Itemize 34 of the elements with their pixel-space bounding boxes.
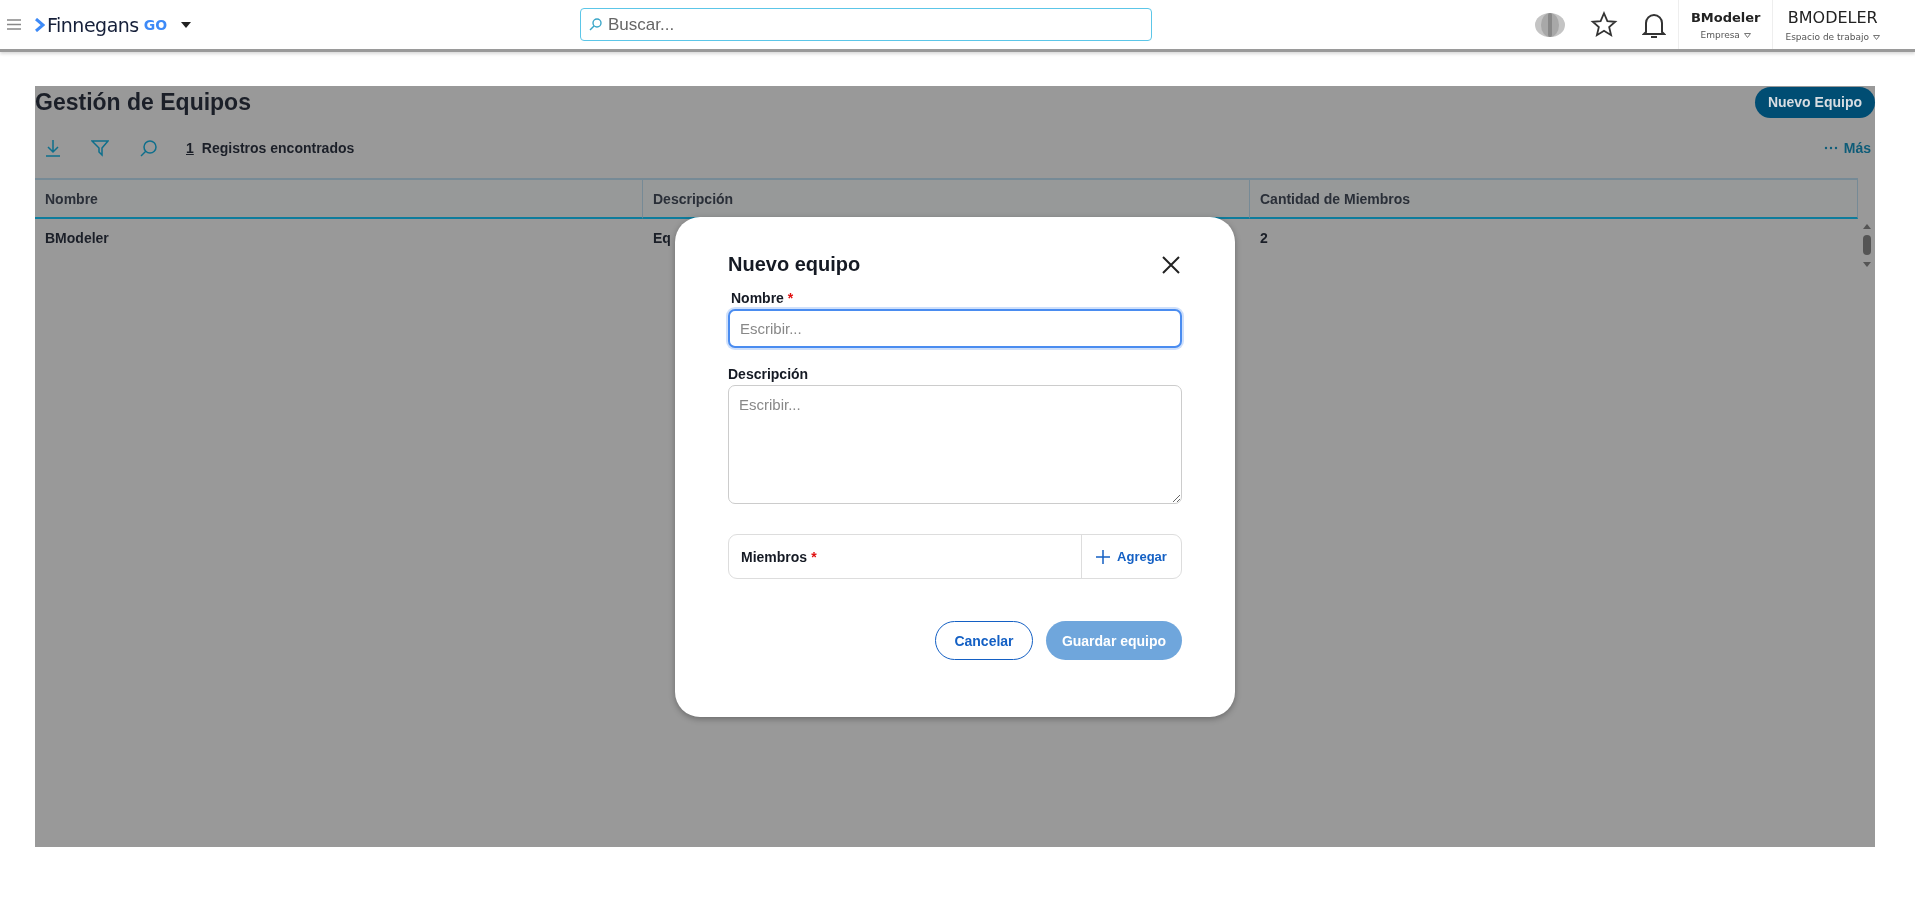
workspace-selector[interactable]: BMODELER Espacio de trabajo xyxy=(1772,0,1915,49)
search-field[interactable]: Buscar... xyxy=(580,8,1152,41)
column-header[interactable]: Cantidad de Miembros xyxy=(1250,178,1858,219)
cancel-button[interactable]: Cancelar xyxy=(935,621,1033,660)
plus-icon xyxy=(1096,549,1111,564)
new-team-button[interactable]: Nuevo Equipo xyxy=(1754,86,1875,118)
company-label: Empresa xyxy=(1700,29,1740,40)
logo[interactable]: Finnegans GO xyxy=(35,13,168,36)
caret-icon xyxy=(1743,32,1751,38)
caret-icon xyxy=(1873,34,1880,40)
column-header[interactable]: Descripción xyxy=(643,178,1250,219)
page-title: Gestión de Equipos xyxy=(35,88,251,116)
text-area[interactable]: Escribir... xyxy=(728,385,1182,504)
field-label: Nombre * xyxy=(731,290,795,306)
caret-icon[interactable] xyxy=(181,21,192,28)
record-count-label: Registros encontrados xyxy=(201,140,355,156)
column-header[interactable]: Nombre xyxy=(35,178,643,219)
field-label: Descripción xyxy=(728,366,810,382)
company-selector[interactable]: BModeler Empresa xyxy=(1677,0,1773,49)
dialog-title: Nuevo equipo xyxy=(728,253,861,276)
members-label: Miembros * xyxy=(740,547,818,567)
table-cell-text: Eq xyxy=(652,229,672,248)
workspace-label: Espacio de trabajo xyxy=(1785,31,1869,42)
record-count: 1 xyxy=(186,140,194,156)
input-field[interactable]: Escribir... xyxy=(728,309,1182,348)
dots-icon xyxy=(1823,146,1838,150)
search-icon xyxy=(589,18,602,31)
download-icon[interactable] xyxy=(43,137,63,159)
close-icon[interactable] xyxy=(1160,253,1182,276)
filter-icon[interactable] xyxy=(89,137,111,159)
add-button[interactable]: Agregar xyxy=(1081,535,1181,578)
table-cell-text: 2 xyxy=(1259,229,1269,248)
table-cell-text: BModeler xyxy=(44,229,110,248)
menu-icon[interactable] xyxy=(7,19,21,30)
